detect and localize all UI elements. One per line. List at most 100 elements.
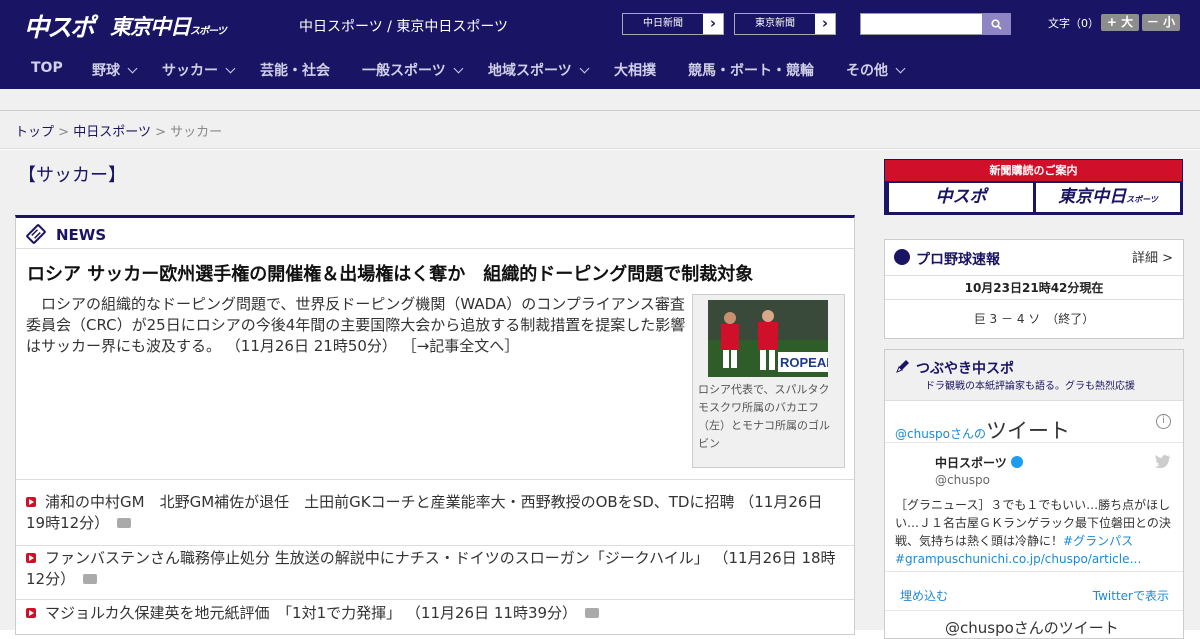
nav-item-entertainment[interactable]: 芸能・社会 <box>260 60 330 80</box>
twitter-bird-icon[interactable] <box>1155 454 1171 468</box>
twitter-timeline-footer[interactable]: @chuspoさんのツイート <box>945 617 1119 638</box>
play-bullet-icon <box>26 497 36 507</box>
news-header: NEWS <box>16 218 854 249</box>
news-list-item[interactable]: ファンバステンさん職務停止処分 生放送の解説中にナチス・ドイツのスローガン「ジー… <box>26 548 846 590</box>
font-size-label: 文字（0） <box>1048 17 1099 30</box>
tweet-account-user[interactable]: @chuspo <box>935 473 990 487</box>
pro-baseball-header: プロ野球速報 詳細 > <box>885 240 1183 276</box>
nav-item-local-sports[interactable]: 地域スポーツ <box>488 60 590 80</box>
divider <box>16 545 854 546</box>
tokyo-shimbun-link[interactable]: 東京新聞 › <box>734 13 836 35</box>
pro-baseball-title: プロ野球速報 <box>916 252 1000 268</box>
news-item-title: ファンバステンさん職務停止処分 生放送の解説中にナチス・ドイツのスローガン「ジー… <box>45 549 709 567</box>
top-article-photo[interactable]: ROPEAN <box>708 300 828 377</box>
top-article-headline[interactable]: ロシア サッカー欧州選手権の開催権＆出場権はく奪か 組織的ドーピング問題で制裁対… <box>27 260 753 286</box>
divider <box>16 599 854 600</box>
divider <box>885 610 1183 611</box>
baseball-icon <box>894 249 910 265</box>
subscribe-chuspo-logo[interactable]: 中スポ <box>889 183 1033 212</box>
view-on-twitter-link[interactable]: Twitterで表示 <box>1093 587 1169 604</box>
search-button[interactable] <box>982 13 1011 35</box>
camera-icon <box>585 608 600 618</box>
divider <box>885 442 1183 443</box>
nav-label: 大相撲 <box>614 63 656 79</box>
pro-baseball-widget: プロ野球速報 詳細 > 10月23日21時42分現在 巨 3 － 4 ソ （終了… <box>884 239 1184 339</box>
nav-item-soccer[interactable]: サッカー <box>162 60 236 80</box>
tokyo-logo-small: スポーツ <box>190 26 227 37</box>
tokyo-logo-text: 東京中日 <box>110 15 191 39</box>
breadcrumb-chuspo[interactable]: 中日スポーツ <box>73 125 151 140</box>
tweet-account-name[interactable]: 中日スポーツ <box>935 454 1023 471</box>
pro-baseball-score[interactable]: 巨 3 － 4 ソ （終了） <box>885 300 1183 338</box>
soccer-players-image: ROPEAN <box>708 300 828 377</box>
pen-icon <box>896 360 909 373</box>
chevron-down-icon <box>895 63 906 74</box>
nav-item-sumo[interactable]: 大相撲 <box>614 60 656 80</box>
account-name-text: 中日スポーツ <box>935 456 1007 470</box>
nav-item-other[interactable]: その他 <box>846 60 906 80</box>
twitter-handle: @chuspo <box>895 427 951 441</box>
news-section: NEWS ロシア サッカー欧州選手権の開催権＆出場権はく奪か 組織的ドーピング問… <box>15 215 855 635</box>
info-icon[interactable]: i <box>1156 414 1171 429</box>
nav-item-general-sports[interactable]: 一般スポーツ <box>362 60 464 80</box>
play-bullet-icon <box>26 608 36 618</box>
pro-baseball-detail-link[interactable]: 詳細 > <box>1132 247 1173 266</box>
top-article-lead: ロシアの組織的なドーピング問題で、世界反ドーピング機関（WADA）のコンプライア… <box>26 294 686 357</box>
breadcrumb-separator: > <box>58 125 70 140</box>
twitter-widget: つぶやき中スポ ドラ観戦の本紙評論家も語る。グラも熱烈応援 @chuspoさんの… <box>884 349 1184 639</box>
search-input[interactable] <box>860 13 983 35</box>
twitter-widget-header: つぶやき中スポ ドラ観戦の本紙評論家も語る。グラも熱烈応援 <box>885 350 1183 401</box>
nav-label: 芸能・社会 <box>260 63 330 79</box>
subscribe-banner[interactable]: 新聞購読のご案内 中スポ 東京中日スポーツ <box>884 159 1183 215</box>
tokyo-chunichi-logo[interactable]: 東京中日スポーツ <box>110 11 227 41</box>
divider <box>16 479 854 480</box>
nav-item-baseball[interactable]: 野球 <box>92 60 138 80</box>
photo-banner-text: ROPEAN <box>780 355 828 370</box>
site-title[interactable]: 中日スポーツ / 東京中日スポーツ <box>299 16 508 36</box>
news-list-item[interactable]: 浦和の中村GM 北野GM補佐が退任 土田前GKコーチと産業能率大・西野教授のOB… <box>26 492 846 534</box>
chevron-down-icon <box>225 63 236 74</box>
tweet-hashtag[interactable]: #グランパス <box>1063 534 1133 548</box>
subscribe-tokyo-small: スポーツ <box>1126 195 1158 204</box>
camera-icon <box>83 574 98 584</box>
font-larger-button[interactable]: + 大 <box>1101 14 1139 31</box>
twitter-widget-subtitle: ドラ観戦の本紙評論家も語る。グラも熱烈応援 <box>925 381 1135 392</box>
chunichi-shimbun-label: 中日新聞 <box>623 14 703 34</box>
search-icon <box>991 18 1002 30</box>
nav-item-top[interactable]: TOP <box>31 60 63 76</box>
tweet-link[interactable]: #grampuschunichi.co.jp/chuspo/article… <box>895 552 1141 566</box>
subscribe-tokyo-text: 東京中日 <box>1058 187 1127 207</box>
ad-strip <box>0 89 1200 111</box>
chevron-right-icon: › <box>709 14 717 32</box>
divider <box>885 571 1183 572</box>
news-tag-icon <box>26 224 46 244</box>
news-list-item[interactable]: マジョルカ久保建英を地元紙評価 「1対1で力発揮」 （11月26日 11時39分… <box>26 603 846 624</box>
chevron-right-icon: › <box>821 14 829 32</box>
nav-label: サッカー <box>162 63 218 79</box>
nav-item-racing[interactable]: 競馬・ボート・競輪 <box>688 60 814 80</box>
twitter-handle-suffix: さんの <box>950 427 987 441</box>
read-more-link[interactable]: ［→記事全文へ］ <box>402 337 520 355</box>
breadcrumb-home[interactable]: トップ <box>15 125 54 140</box>
news-item-title: 浦和の中村GM 北野GM補佐が退任 土田前GKコーチと産業能率大・西野教授のOB… <box>45 493 735 511</box>
play-bullet-icon <box>26 553 36 563</box>
verified-badge-icon <box>1010 456 1023 468</box>
site-header: 中スポ 東京中日スポーツ 中日スポーツ / 東京中日スポーツ 中日新聞 › 東京… <box>0 0 1200 48</box>
top-article-photo-box: ROPEAN ロシア代表で、スパルタクモスクワ所属のバカエフ（左）とモナコ所属の… <box>692 294 845 468</box>
chuspo-logo[interactable]: 中スポ <box>24 8 95 44</box>
page-title: 【サッカー】 <box>18 165 126 186</box>
nav-label: 地域スポーツ <box>488 63 572 79</box>
nav-label: TOP <box>31 60 63 76</box>
news-section-label: NEWS <box>56 226 107 244</box>
font-smaller-button[interactable]: － 小 <box>1142 14 1180 31</box>
breadcrumb-current: サッカー <box>170 125 223 140</box>
photo-caption: ロシア代表で、スパルタクモスクワ所属のバカエフ（左）とモナコ所属のゴルビン <box>698 383 830 450</box>
nav-label: その他 <box>846 63 888 79</box>
chunichi-shimbun-link[interactable]: 中日新聞 › <box>622 13 724 35</box>
subscribe-tokyo-logo[interactable]: 東京中日スポーツ <box>1036 183 1180 212</box>
twitter-timeline-heading[interactable]: @chuspoさんのツイート <box>895 415 1070 445</box>
news-item-title: マジョルカ久保建英を地元紙評価 「1対1で力発揮」 <box>45 604 402 622</box>
nav-label: 一般スポーツ <box>362 63 446 79</box>
embed-link[interactable]: 埋め込む <box>900 587 948 604</box>
chevron-down-icon <box>579 63 590 74</box>
